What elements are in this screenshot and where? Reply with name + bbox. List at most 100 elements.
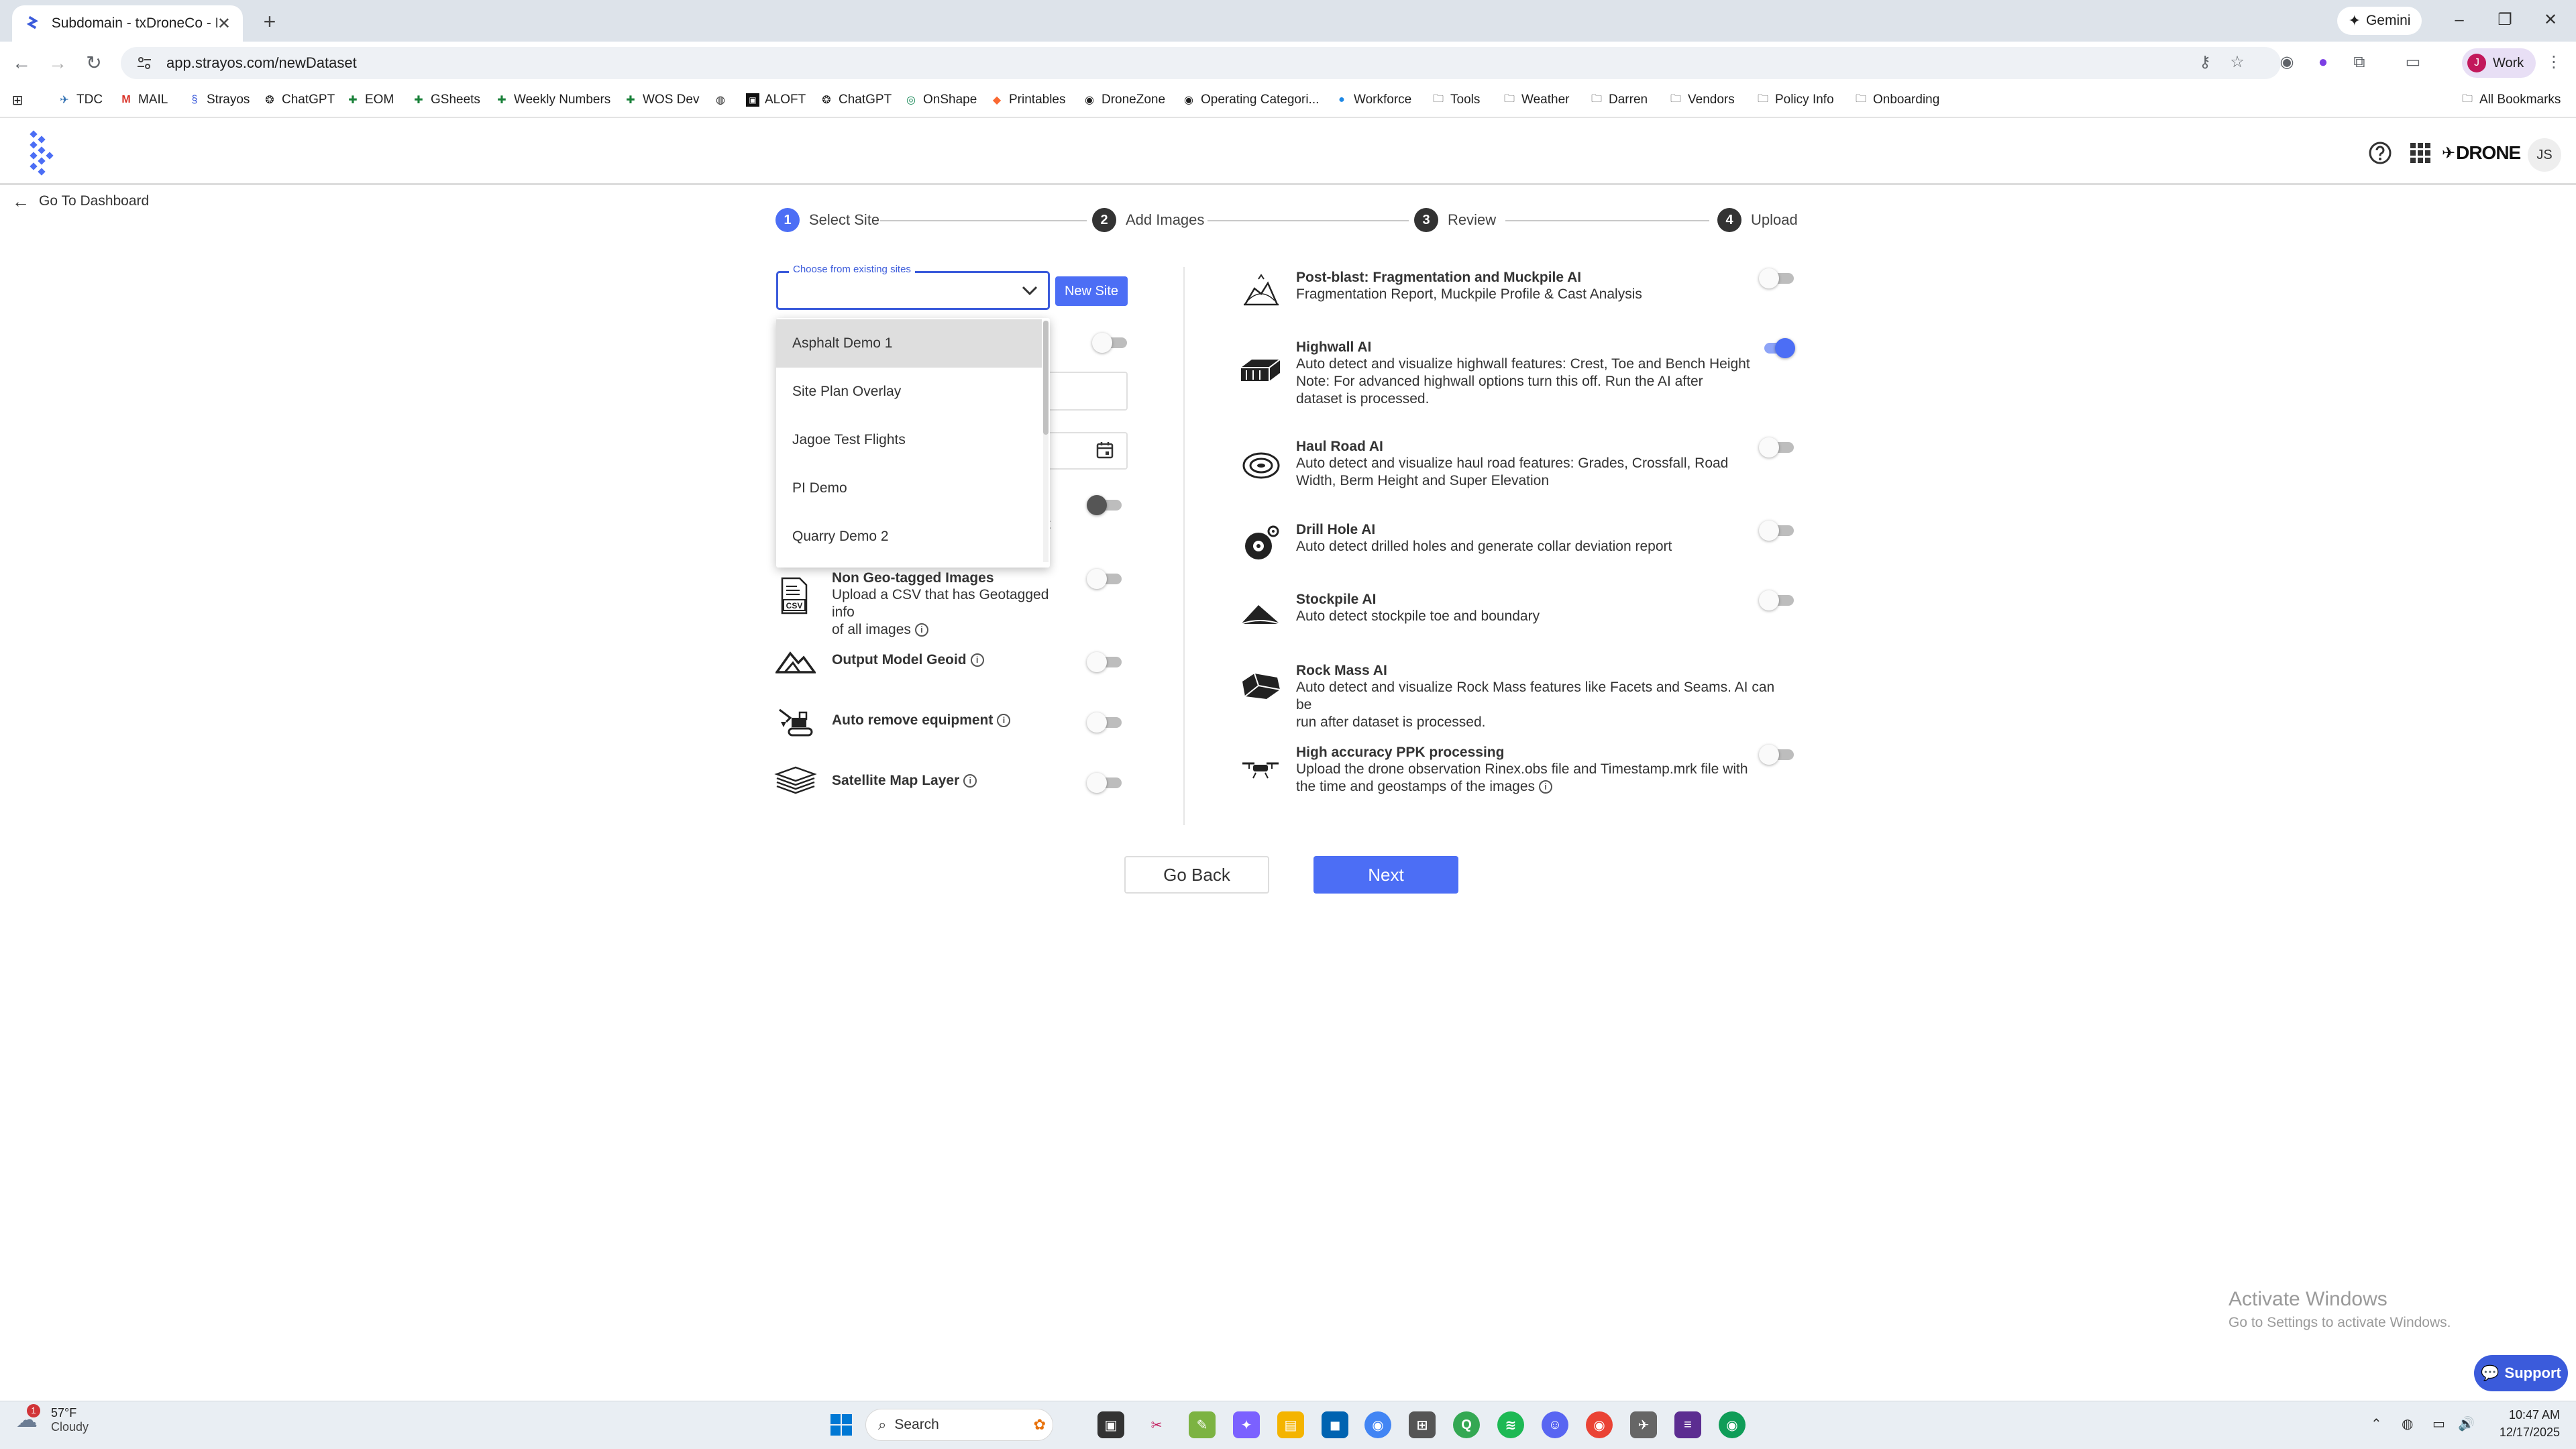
tray-chevron-icon[interactable]: ⌃ (2371, 1415, 2382, 1432)
bookmark-workforce[interactable]: ● Workforce (1335, 90, 1411, 110)
drill-hole-toggle[interactable] (1759, 521, 1794, 541)
info-icon[interactable]: i (914, 623, 928, 637)
taskbar-search[interactable]: ⌕ Search ✿ (865, 1409, 1053, 1441)
info-icon[interactable]: i (970, 653, 984, 667)
back-arrow-icon[interactable]: ← (8, 50, 35, 76)
q-app-icon[interactable]: Q (1453, 1411, 1480, 1438)
hidden-toggle[interactable] (1092, 333, 1127, 353)
user-avatar[interactable]: JS (2528, 138, 2561, 172)
spotify-icon[interactable]: ≋ (1497, 1411, 1524, 1438)
password-key-icon[interactable]: ⚷ (2194, 51, 2216, 74)
app-icon-2[interactable]: ≡ (1674, 1411, 1701, 1438)
go-back-button[interactable]: Go Back (1124, 856, 1269, 894)
tray-app-icon[interactable]: ◍ (2402, 1415, 2413, 1432)
task-view-icon[interactable]: ▣ (1097, 1411, 1124, 1438)
bookmark-chatgpt[interactable]: ❂ ChatGPT (263, 90, 335, 110)
bookmark-tdc[interactable]: ✈ TDC (58, 90, 103, 110)
output-geoid-toggle[interactable] (1087, 652, 1122, 672)
bookmark-wos-dev[interactable]: ✚ WOS Dev (624, 90, 699, 110)
bookmark-aloft[interactable]: ▣ ALOFT (746, 90, 806, 110)
bookmark-star-icon[interactable]: ☆ (2226, 51, 2249, 74)
ppk-toggle[interactable] (1759, 745, 1794, 765)
site-settings-icon[interactable] (136, 54, 153, 72)
tab-close-icon[interactable]: ✕ (217, 14, 231, 34)
strayos-logo-icon[interactable] (24, 130, 58, 177)
gemini-button[interactable]: ✦ Gemini (2337, 7, 2422, 35)
bookmark-onshape[interactable]: ◎ OnShape (904, 90, 977, 110)
site-select[interactable]: Choose from existing sites (776, 264, 1050, 310)
haul-road-toggle[interactable] (1759, 437, 1794, 458)
new-tab-icon[interactable]: + (256, 8, 283, 35)
help-icon[interactable] (2368, 141, 2392, 165)
apps-grid-icon[interactable]: ⊞ (11, 90, 30, 110)
system-clock[interactable]: 10:47 AM 12/17/2025 (2482, 1406, 2560, 1441)
bookmark-folder-vendors[interactable]: 🗀 Vendors (1669, 90, 1735, 110)
date-field[interactable] (1050, 432, 1128, 470)
support-button[interactable]: 💬 Support (2474, 1355, 2568, 1391)
snipping-tool-icon[interactable]: ✂ (1143, 1411, 1170, 1438)
copilot-icon[interactable]: ✦ (1233, 1411, 1260, 1438)
minimize-icon[interactable]: – (2439, 5, 2479, 35)
chrome-menu-icon[interactable]: ⋮ (2542, 51, 2565, 74)
store-icon[interactable]: ◼ (1322, 1411, 1348, 1438)
extension-color-icon[interactable]: ● (2312, 51, 2334, 74)
window-close-icon[interactable]: ✕ (2530, 5, 2571, 35)
bookmark-gsheets[interactable]: ✚ GSheets (412, 90, 480, 110)
info-icon[interactable]: i (997, 714, 1011, 727)
highwall-toggle[interactable] (1759, 338, 1795, 358)
bookmark-folder-onboarding[interactable]: 🗀 Onboarding (1854, 90, 1939, 110)
dropdown-scrollbar[interactable] (1043, 321, 1049, 562)
bookmark-printables[interactable]: ◆ Printables (990, 90, 1066, 110)
weather-widget[interactable]: ☁ 1 57°F Cloudy (16, 1404, 89, 1434)
go-to-dashboard-link[interactable]: ← Go To Dashboard (12, 191, 149, 212)
post-blast-toggle[interactable] (1759, 268, 1794, 288)
chrome-profile-icon[interactable]: ◉ (1586, 1411, 1613, 1438)
forward-arrow-icon[interactable]: → (44, 50, 71, 76)
chrome-icon[interactable]: ◉ (1364, 1411, 1391, 1438)
windows-start-icon[interactable] (829, 1413, 853, 1437)
browser-tab[interactable]: Subdomain - txDroneCo - Dem ✕ (12, 5, 243, 42)
bookmark-folder-darren[interactable]: 🗀 Darren (1590, 90, 1648, 110)
info-icon[interactable]: i (963, 774, 977, 788)
next-button[interactable]: Next (1313, 856, 1458, 894)
calendar-icon[interactable] (1095, 440, 1115, 460)
file-explorer-icon[interactable]: ▤ (1277, 1411, 1304, 1438)
bookmark-strayos[interactable]: § Strayos (188, 90, 250, 110)
extensions-puzzle-icon[interactable]: ⧉ (2348, 51, 2371, 74)
auto-remove-equipment-toggle[interactable] (1087, 712, 1122, 733)
hidden-input-field[interactable] (1050, 372, 1128, 411)
restore-icon[interactable]: ❐ (2485, 5, 2525, 35)
site-option-site-plan-overlay[interactable]: Site Plan Overlay (776, 368, 1042, 416)
info-icon[interactable]: i (1539, 780, 1553, 794)
network-icon[interactable]: ▭ (2432, 1415, 2445, 1432)
notes-icon[interactable]: ✎ (1189, 1411, 1216, 1438)
app-icon[interactable]: ✈ (1630, 1411, 1657, 1438)
volume-icon[interactable]: 🔊 (2458, 1415, 2475, 1432)
dropdown-scrollbar-thumb[interactable] (1043, 321, 1049, 435)
extension-icon[interactable]: ◉ (2275, 51, 2298, 74)
site-option-quarry-demo-2[interactable]: Quarry Demo 2 (776, 513, 1042, 561)
bookmark-chatgpt-2[interactable]: ❂ ChatGPT (820, 90, 892, 110)
site-option-pi-demo[interactable]: PI Demo (776, 464, 1042, 513)
side-panel-icon[interactable]: ▭ (2402, 51, 2424, 74)
profile-button[interactable]: J Work (2462, 48, 2536, 78)
bookmark-weekly-numbers[interactable]: ✚ Weekly Numbers (495, 90, 610, 110)
site-option-jagoe-test-flights[interactable]: Jagoe Test Flights (776, 416, 1042, 464)
bookmark-globe[interactable]: ◍ (714, 90, 733, 110)
bookmark-folder-weather[interactable]: 🗀 Weather (1503, 90, 1569, 110)
bookmark-folder-tools[interactable]: 🗀 Tools (1432, 90, 1480, 110)
discord-icon[interactable]: ☺ (1542, 1411, 1568, 1438)
calculator-icon[interactable]: ⊞ (1409, 1411, 1436, 1438)
chrome-profile-2-icon[interactable]: ◉ (1719, 1411, 1746, 1438)
bookmark-operating-categories[interactable]: ◉ Operating Categori... (1182, 90, 1319, 110)
bookmark-dronezone[interactable]: ◉ DroneZone (1083, 90, 1165, 110)
bookmark-eom[interactable]: ✚ EOM (346, 90, 394, 110)
address-bar[interactable]: app.strayos.com/newDataset (121, 47, 2281, 79)
reload-icon[interactable]: ↻ (80, 50, 107, 76)
bookmark-mail[interactable]: M MAIL (119, 90, 168, 110)
bookmark-folder-policy-info[interactable]: 🗀 Policy Info (1756, 90, 1834, 110)
satellite-map-layer-toggle[interactable] (1087, 773, 1122, 793)
stockpile-toggle[interactable] (1759, 590, 1794, 610)
hidden-toggle-2[interactable] (1087, 495, 1122, 515)
new-site-button[interactable]: New Site (1055, 276, 1128, 306)
